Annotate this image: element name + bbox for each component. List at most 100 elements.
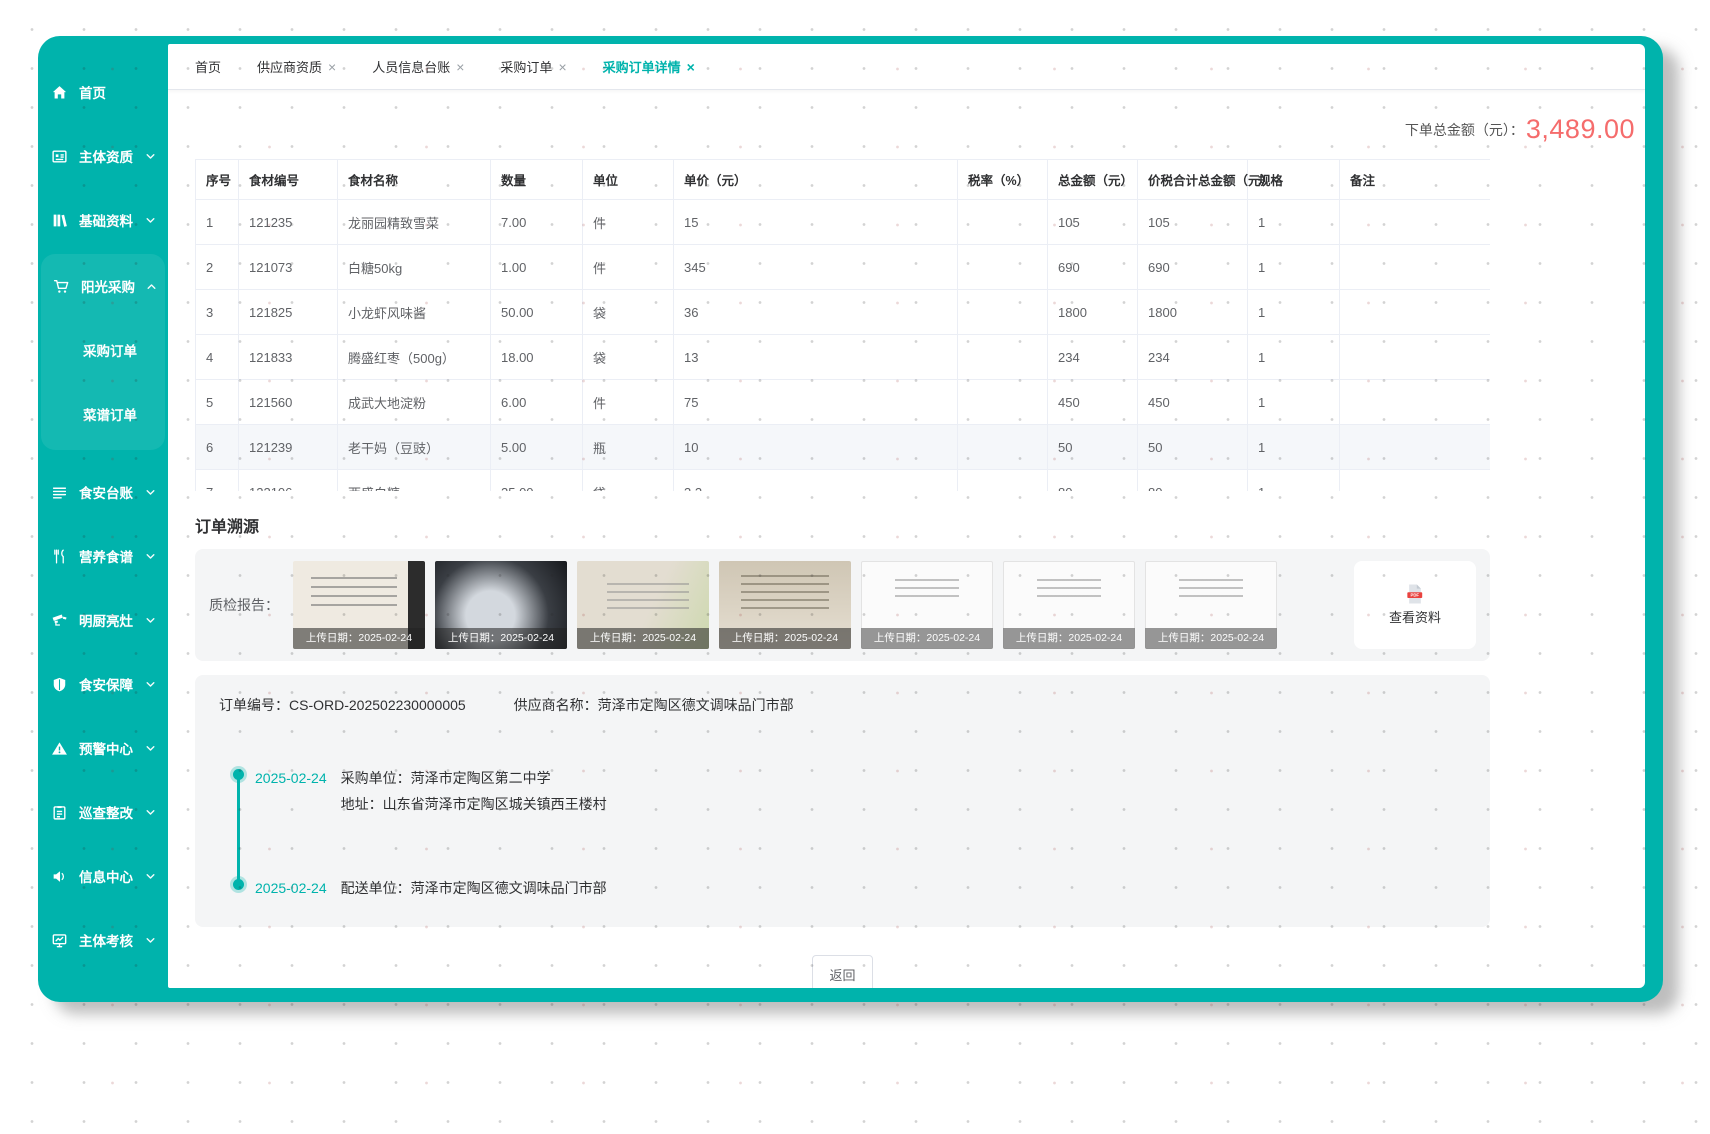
sidebar-item-basic-data[interactable]: 基础资料 <box>38 188 168 252</box>
table-cell: 7 <box>196 470 239 492</box>
speaker-icon <box>50 867 68 885</box>
table-cell: 121560 <box>239 380 338 425</box>
sidebar-item-bright-kitchen[interactable]: 明厨亮灶 <box>38 588 168 652</box>
table-cell: 13 <box>674 335 958 380</box>
qc-photo-thumbnail[interactable]: 上传日期：2025-02-24 <box>435 561 567 649</box>
column-header: 总金额（元） <box>1048 160 1138 200</box>
tab-purchase-order[interactable]: 采购订单× <box>500 57 566 76</box>
table-cell: 80 <box>1048 470 1138 492</box>
table-cell: 50 <box>1138 425 1248 470</box>
pdf-view-card[interactable]: PDF 查看资料 <box>1354 561 1476 649</box>
qc-photo-list: 上传日期：2025-02-24上传日期：2025-02-24上传日期：2025-… <box>293 561 1277 649</box>
chevron-down-icon <box>145 935 156 946</box>
tab-supplier-qualification[interactable]: 供应商资质 × <box>257 57 336 76</box>
table-cell <box>958 290 1048 335</box>
qc-photo-thumbnail[interactable]: 上传日期：2025-02-24 <box>1145 561 1277 649</box>
table-cell: 1 <box>1248 290 1340 335</box>
qc-photo-thumbnail[interactable]: 上传日期：2025-02-24 <box>1003 561 1135 649</box>
timeline-node: 2025-02-24采购单位：菏泽市定陶区第二中学地址：山东省菏泽市定陶区城关镇… <box>255 765 1466 817</box>
qc-photo-thumbnail[interactable]: 上传日期：2025-02-24 <box>719 561 851 649</box>
column-header: 备注 <box>1340 160 1491 200</box>
table-cell: 1 <box>1248 470 1340 492</box>
monitor-icon <box>50 931 68 949</box>
order-total-label: 下单总金额（元）： <box>1405 120 1524 140</box>
sidebar-group-sunshine-procurement: 阳光采购采购订单菜谱订单 <box>41 254 165 450</box>
qc-photo-thumbnail[interactable]: 上传日期：2025-02-24 <box>861 561 993 649</box>
timeline-row: 2025-02-24配送单位：菏泽市定陶区德文调味品门市部 <box>255 875 1466 901</box>
sidebar-item-sunshine-procurement[interactable]: 阳光采购 <box>41 254 165 318</box>
table-cell: 件 <box>583 245 674 290</box>
table-cell: 西盛白糖 <box>338 470 491 492</box>
close-icon[interactable]: × <box>456 60 464 74</box>
sidebar-item-label: 阳光采购 <box>81 276 135 296</box>
table-row: 5121560成武大地淀粉6.00件754504501 <box>196 380 1491 425</box>
alert-icon <box>50 739 68 757</box>
sidebar-item-food-safety-ledger[interactable]: 食安台账 <box>38 460 168 524</box>
back-button[interactable]: 返回 <box>812 955 872 988</box>
close-icon[interactable]: × <box>558 60 566 74</box>
sidebar-item-purchase-order[interactable]: 采购订单 <box>41 318 165 382</box>
sidebar-subitem-label: 菜谱订单 <box>83 404 137 424</box>
sidebar-item-label: 营养食谱 <box>79 546 133 566</box>
qc-photo-upload-date: 上传日期：2025-02-24 <box>293 628 425 649</box>
table-cell <box>1340 380 1491 425</box>
chevron-down-icon <box>145 487 156 498</box>
id-card-icon <box>50 147 68 165</box>
books-icon <box>50 211 68 229</box>
table-cell: 1800 <box>1048 290 1138 335</box>
table-cell <box>958 380 1048 425</box>
chevron-down-icon <box>145 151 156 162</box>
tab-bar: 首页供应商资质×人员信息台账×采购订单×采购订单详情× <box>168 44 1645 90</box>
sidebar-item-subject-assessment[interactable]: 主体考核 <box>38 908 168 972</box>
tab-label: 首页 <box>195 57 221 76</box>
timeline-text-line: 采购单位：菏泽市定陶区第二中学 <box>341 765 607 791</box>
table-cell: 7.00 <box>491 200 583 245</box>
tab-home[interactable]: 首页 <box>195 57 221 76</box>
sidebar-item-food-safety-guarantee[interactable]: 食安保障 <box>38 652 168 716</box>
order-no-value: CS-ORD-202502230000005 <box>289 697 466 713</box>
timeline-dot-icon <box>233 879 244 890</box>
sidebar-item-info-center[interactable]: 信息中心 <box>38 844 168 908</box>
table-cell: 345 <box>674 245 958 290</box>
timeline-text-line: 配送单位：菏泽市定陶区德文调味品门市部 <box>341 875 607 901</box>
table-row: 3121825小龙虾风味酱50.00袋36180018001 <box>196 290 1491 335</box>
tab-personnel-ledger[interactable]: 人员信息台账× <box>372 57 464 76</box>
utensils-icon <box>50 547 68 565</box>
supplier-label: 供应商名称： <box>514 697 598 713</box>
table-cell: 小龙虾风味酱 <box>338 290 491 335</box>
table-cell: 件 <box>583 380 674 425</box>
table-cell: 4 <box>196 335 239 380</box>
order-no-label: 订单编号： <box>219 697 289 713</box>
column-header: 税率（%） <box>958 160 1048 200</box>
sidebar-item-nutrition-recipe[interactable]: 营养食谱 <box>38 524 168 588</box>
table-cell: 6 <box>196 425 239 470</box>
sidebar-item-label: 食安保障 <box>79 674 133 694</box>
timeline-text: 配送单位：菏泽市定陶区德文调味品门市部 <box>341 875 607 901</box>
table-cell: 老干妈（豆豉） <box>338 425 491 470</box>
close-icon[interactable]: × <box>328 60 336 74</box>
sidebar-item-subject-qualification[interactable]: 主体资质 <box>38 124 168 188</box>
sidebar-item-warning-center[interactable]: 预警中心 <box>38 716 168 780</box>
table-cell: 1 <box>1248 245 1340 290</box>
column-header: 价税合计总金额（元） <box>1138 160 1248 200</box>
tab-purchase-order-detail[interactable]: 采购订单详情× <box>603 57 695 76</box>
tab-label: 供应商资质 <box>257 57 322 76</box>
table-cell: 龙丽园精致雪菜 <box>338 200 491 245</box>
table-cell: 袋 <box>583 470 674 492</box>
qc-photo-thumbnail[interactable]: 上传日期：2025-02-24 <box>293 561 425 649</box>
sidebar-item-recipe-order[interactable]: 菜谱订单 <box>41 382 165 446</box>
timeline-text-line: 地址：山东省菏泽市定陶区城关镇西王楼村 <box>341 791 607 817</box>
sidebar-item-home[interactable]: 首页 <box>38 60 168 124</box>
close-icon[interactable]: × <box>687 60 695 74</box>
table-cell: 1 <box>1248 380 1340 425</box>
table-row: 7122106西盛白糖25.00袋3.280801 <box>196 470 1491 492</box>
sidebar-item-label: 首页 <box>79 82 106 102</box>
sidebar-item-label: 食安台账 <box>79 482 133 502</box>
sidebar-item-inspection-rectification[interactable]: 巡查整改 <box>38 780 168 844</box>
chevron-down-icon <box>145 551 156 562</box>
table-cell <box>958 470 1048 492</box>
qc-photo-thumbnail[interactable]: 上传日期：2025-02-24 <box>577 561 709 649</box>
table-cell: 6.00 <box>491 380 583 425</box>
table-header-row: 序号食材编号食材名称数量单位单价（元）税率（%）总金额（元）价税合计总金额（元）… <box>196 160 1491 200</box>
chevron-down-icon <box>145 871 156 882</box>
